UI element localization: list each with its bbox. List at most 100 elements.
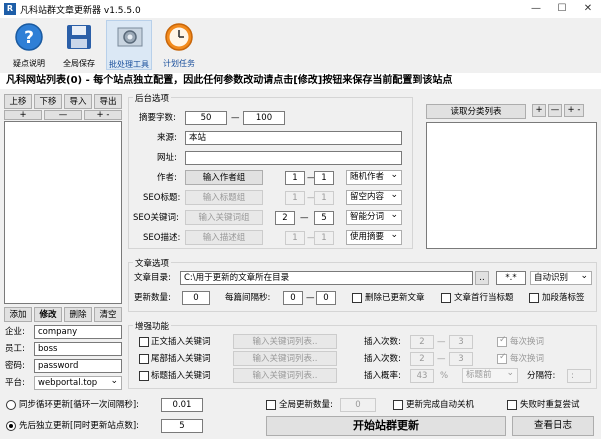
- interval-to-input[interactable]: 0: [316, 291, 336, 305]
- input-author-group-button[interactable]: 输入作者组: [185, 170, 263, 185]
- category-minus-button[interactable]: —: [548, 104, 562, 117]
- tail-insert-from-input[interactable]: 2: [410, 352, 434, 366]
- global-save-button[interactable]: 全局保存: [56, 20, 102, 70]
- global-count-checkbox[interactable]: [266, 400, 276, 410]
- summary-min-input[interactable]: 50: [185, 111, 227, 125]
- title-insert-keyword-checkbox[interactable]: [139, 371, 149, 381]
- toggle-plus-minus-button[interactable]: + -: [84, 110, 122, 120]
- clock-icon: [165, 23, 193, 51]
- title-bar: R 凡科站群文章更新器 v1.5.5.0 — ☐ ✕: [0, 0, 601, 18]
- paragraph-tag-checkbox[interactable]: [529, 293, 539, 303]
- start-update-button[interactable]: 开始站群更新: [266, 416, 506, 436]
- category-plus-button[interactable]: +: [532, 104, 546, 117]
- article-options-title: 文章选项: [133, 257, 172, 269]
- tail-insert-to-input[interactable]: 3: [449, 352, 473, 366]
- input-title-group-button[interactable]: 输入标题组: [185, 190, 263, 205]
- window-title: 凡科站群文章更新器 v1.5.5.0: [20, 6, 141, 16]
- password-label: 密码:: [5, 361, 25, 371]
- update-count-input[interactable]: 0: [182, 291, 210, 305]
- minimize-button[interactable]: —: [523, 0, 549, 18]
- body-change-word-checkbox[interactable]: [497, 335, 507, 347]
- import-button[interactable]: 导入: [64, 94, 92, 109]
- expand-plus-button[interactable]: +: [4, 110, 42, 120]
- view-log-button[interactable]: 查看日志: [512, 416, 594, 436]
- add-site-button[interactable]: 添加: [4, 307, 32, 322]
- help-button[interactable]: ? 疑点说明: [6, 20, 52, 70]
- seo-keyword-mode-select[interactable]: 智能分词: [346, 209, 402, 225]
- interval-from-input[interactable]: 0: [283, 291, 303, 305]
- modify-site-button[interactable]: 修改: [34, 307, 62, 322]
- help-icon: ?: [15, 23, 43, 51]
- author-from-input[interactable]: 1: [285, 171, 305, 185]
- concurrent-sites-input[interactable]: 5: [161, 419, 203, 433]
- tail-keyword-list-button[interactable]: 输入关键词列表..: [233, 351, 337, 366]
- browse-dir-button[interactable]: ..: [475, 271, 489, 285]
- author-to-input[interactable]: 1: [314, 171, 334, 185]
- platform-select[interactable]: webportal.top: [34, 375, 122, 390]
- backend-options-title: 后台选项: [133, 92, 172, 104]
- author-label: 作者:: [157, 173, 177, 183]
- article-dir-input[interactable]: C:\用于更新的文章所在目录: [180, 271, 473, 285]
- summary-max-input[interactable]: 100: [243, 111, 285, 125]
- seo-description-to-input[interactable]: 1: [314, 231, 334, 245]
- app-logo-icon: R: [4, 3, 16, 15]
- title-keyword-list-button[interactable]: 输入关键词列表..: [233, 368, 337, 383]
- company-input[interactable]: company: [34, 325, 122, 339]
- export-button[interactable]: 导出: [94, 94, 122, 109]
- encoding-select[interactable]: 自动识别: [530, 270, 592, 285]
- seo-keyword-to-input[interactable]: 5: [314, 211, 334, 225]
- read-category-list-button[interactable]: 读取分类列表: [426, 104, 526, 119]
- body-insert-keyword-label: 正文插入关键词: [151, 337, 211, 347]
- password-input[interactable]: password: [34, 359, 122, 373]
- body-insert-keyword-checkbox[interactable]: [139, 337, 149, 347]
- url-input[interactable]: [185, 151, 402, 165]
- sync-loop-interval-input[interactable]: 0.01: [161, 398, 203, 412]
- file-extension-input[interactable]: *.*: [496, 271, 526, 285]
- staff-input[interactable]: boss: [34, 342, 122, 356]
- move-down-button[interactable]: 下移: [34, 94, 62, 109]
- retry-on-fail-checkbox[interactable]: [507, 400, 517, 410]
- summary-length-label: 摘要字数:: [139, 113, 176, 123]
- body-insert-to-input[interactable]: 3: [449, 335, 473, 349]
- range-dash: —: [437, 354, 446, 364]
- seo-title-from-input[interactable]: 1: [285, 191, 305, 205]
- sequential-update-radio[interactable]: [6, 421, 16, 431]
- separator-input[interactable]: :: [567, 369, 591, 383]
- insert-probability-input[interactable]: 43: [410, 369, 434, 383]
- category-plus-minus-button[interactable]: + -: [564, 104, 584, 117]
- title-position-select[interactable]: 标题前: [462, 367, 518, 383]
- maximize-button[interactable]: ☐: [549, 0, 575, 18]
- site-listbox[interactable]: [4, 121, 122, 304]
- move-up-button[interactable]: 上移: [4, 94, 32, 109]
- close-button[interactable]: ✕: [575, 0, 601, 18]
- gear-icon: [117, 27, 143, 47]
- delete-site-button[interactable]: 删除: [64, 307, 92, 322]
- clear-sites-button[interactable]: 清空: [94, 307, 122, 322]
- input-description-group-button[interactable]: 输入描述组: [185, 230, 263, 245]
- delete-updated-label: 删除已更新文章: [365, 293, 425, 303]
- category-listbox[interactable]: [426, 122, 597, 249]
- first-line-title-checkbox[interactable]: [441, 293, 451, 303]
- batch-tool-button[interactable]: 批处理工具: [106, 20, 152, 70]
- source-input[interactable]: 本站: [185, 131, 402, 145]
- interval-label: 每篇间隔秒:: [225, 293, 271, 303]
- scheduled-task-button[interactable]: 计划任务: [156, 20, 202, 70]
- percent-sign: %: [440, 371, 449, 381]
- delete-updated-checkbox[interactable]: [352, 293, 362, 303]
- seo-title-mode-select[interactable]: 留空内容: [346, 189, 402, 205]
- sync-loop-radio[interactable]: [6, 400, 16, 410]
- seo-title-to-input[interactable]: 1: [314, 191, 334, 205]
- seo-description-from-input[interactable]: 1: [285, 231, 305, 245]
- platform-label: 平台:: [5, 378, 25, 388]
- seo-keyword-from-input[interactable]: 2: [275, 211, 295, 225]
- tail-change-word-checkbox[interactable]: [497, 352, 507, 364]
- tail-insert-keyword-checkbox[interactable]: [139, 354, 149, 364]
- body-keyword-list-button[interactable]: 输入关键词列表..: [233, 334, 337, 349]
- body-insert-from-input[interactable]: 2: [410, 335, 434, 349]
- input-keyword-group-button[interactable]: 输入关键词组: [185, 210, 263, 225]
- global-count-input[interactable]: 0: [340, 398, 376, 412]
- seo-description-mode-select[interactable]: 使用摘要: [346, 229, 402, 245]
- author-mode-select[interactable]: 随机作者: [346, 169, 402, 185]
- auto-shutdown-checkbox[interactable]: [393, 400, 403, 410]
- collapse-minus-button[interactable]: —: [44, 110, 82, 120]
